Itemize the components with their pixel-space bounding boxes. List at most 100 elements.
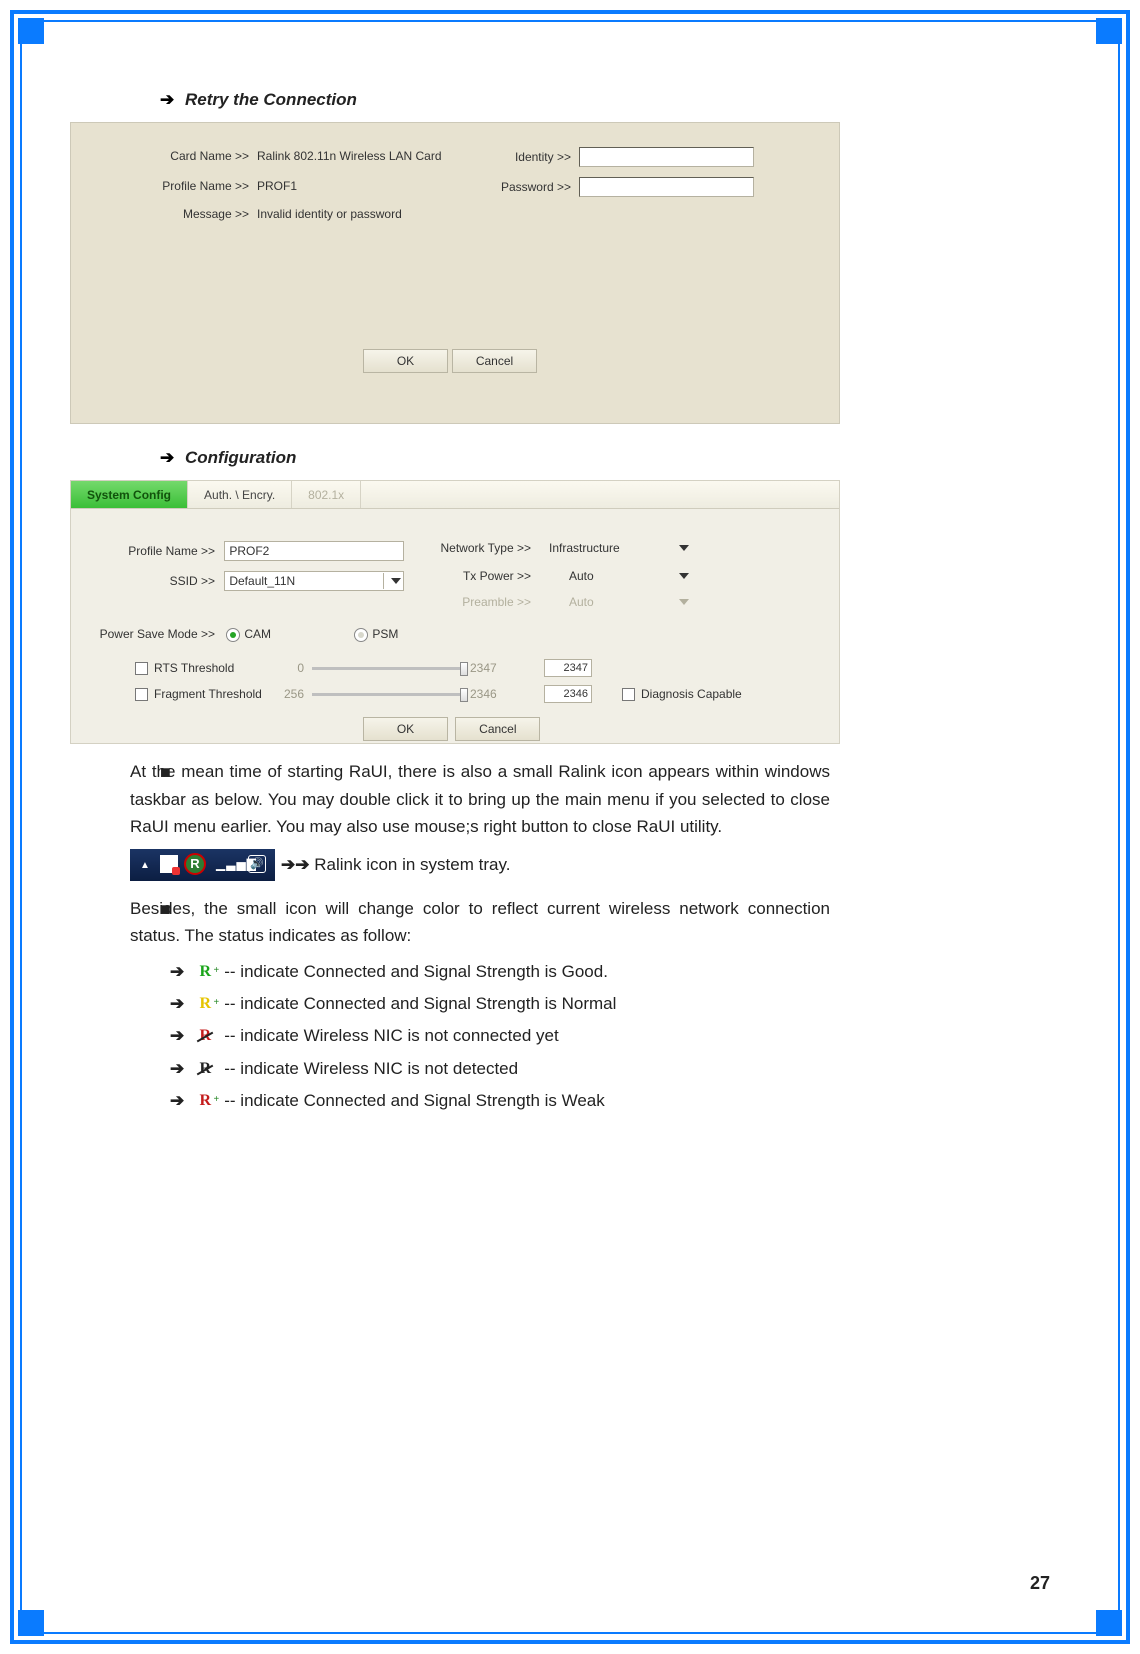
message-label: Message >> [159, 207, 249, 221]
square-bullet-icon: ■ [160, 895, 171, 924]
paragraph-1-text: At the mean time of starting RaUI, there… [130, 762, 830, 836]
chevron-down-icon [679, 545, 689, 551]
tab-auth-encry[interactable]: Auth. \ Encry. [188, 481, 292, 508]
arrow-icon: ➔ [170, 956, 184, 988]
diag-checkbox[interactable] [622, 688, 635, 701]
ralink-yellow-icon: R [194, 995, 216, 1013]
ralink-red-icon: R [194, 1092, 216, 1110]
radio-on-icon [226, 628, 240, 642]
credentials-panel: Card Name >> Ralink 802.11n Wireless LAN… [70, 122, 840, 424]
frag-max: 2346 [470, 687, 504, 701]
ralink-green-icon: R [194, 963, 216, 981]
profile-name-field[interactable]: PROF2 [224, 541, 404, 561]
ralink-black-slash-icon: R [194, 1060, 216, 1078]
diag-checkbox-group[interactable]: Diagnosis Capable [622, 687, 742, 701]
heading-retry-text: Retry the Connection [185, 90, 357, 109]
radio-off-icon [354, 628, 368, 642]
status-notdet: -- indicate Wireless NIC is not detected [224, 1053, 518, 1085]
network-type-value: Infrastructure [549, 541, 620, 555]
arrow-icon: ➔ [170, 1085, 184, 1117]
profile-name-label: Profile Name >> [115, 544, 215, 558]
identity-label: Identity >> [501, 150, 571, 164]
tx-power-value: Auto [569, 569, 594, 583]
arrow-icon: ➔ [160, 448, 174, 467]
preamble-label: Preamble >> [441, 595, 531, 609]
tab-system-config[interactable]: System Config [71, 481, 188, 508]
ssid-label: SSID >> [115, 574, 215, 588]
paragraph-2-text: Besides, the small icon will change colo… [130, 899, 830, 946]
heading-retry: ➔ Retry the Connection [160, 90, 1070, 110]
heading-config-text: Configuration [185, 448, 296, 467]
tx-power-label: Tx Power >> [441, 569, 531, 583]
power-save-mode-label: Power Save Mode >> [89, 627, 215, 641]
network-type-dropdown[interactable]: Infrastructure [549, 541, 689, 555]
status-good: -- indicate Connected and Signal Strengt… [224, 956, 608, 988]
cancel-button[interactable]: Cancel [455, 717, 540, 741]
ralink-red-slash-icon: R [194, 1027, 216, 1045]
network-type-label: Network Type >> [421, 541, 531, 555]
chevron-down-icon [679, 573, 689, 579]
rts-label: RTS Threshold [154, 661, 274, 675]
password-input[interactable] [579, 177, 754, 197]
rts-value[interactable]: 2347 [544, 659, 592, 677]
status-normal: -- indicate Connected and Signal Strengt… [224, 988, 616, 1020]
ssid-value: Default_11N [229, 574, 295, 588]
paragraph-2: ■ Besides, the small icon will change co… [130, 895, 830, 950]
rts-min: 0 [274, 661, 304, 675]
arrow-icon: ➔ [170, 1053, 184, 1085]
frag-label: Fragment Threshold [154, 687, 274, 701]
preamble-value: Auto [569, 595, 594, 609]
card-name-label: Card Name >> [141, 149, 249, 163]
ok-button[interactable]: OK [363, 349, 448, 373]
profile-name-value: PROF1 [257, 179, 297, 193]
config-panel: System Config Auth. \ Encry. 802.1x Prof… [70, 480, 840, 744]
tx-power-dropdown[interactable]: Auto [569, 569, 689, 583]
page-content: ➔ Retry the Connection Card Name >> Rali… [70, 40, 1070, 1614]
password-label: Password >> [491, 180, 571, 194]
arrow-icon: ➔ [160, 90, 174, 109]
cam-radio[interactable]: CAM [226, 627, 271, 641]
heading-config: ➔ Configuration [160, 448, 1070, 468]
psm-radio[interactable]: PSM [354, 627, 398, 641]
system-tray-image: ▲ R ▁▃▅▇ 🔊 [130, 849, 275, 881]
arrow-icon: ➔➔ [281, 855, 310, 874]
frag-value[interactable]: 2346 [544, 685, 592, 703]
corner-br [1096, 1610, 1122, 1636]
message-value: Invalid identity or password [257, 207, 402, 221]
arrow-icon: ➔ [170, 1020, 184, 1052]
rts-checkbox[interactable] [135, 662, 148, 675]
status-list: ➔ R -- indicate Connected and Signal Stre… [170, 956, 1070, 1117]
corner-bl [18, 1610, 44, 1636]
card-name-value: Ralink 802.11n Wireless LAN Card [257, 149, 442, 163]
cancel-button[interactable]: Cancel [452, 349, 537, 373]
ok-button[interactable]: OK [363, 717, 448, 741]
tray-ralink-icon: R [184, 853, 206, 875]
page-number: 27 [1030, 1573, 1050, 1594]
identity-input[interactable] [579, 147, 754, 167]
corner-tr [1096, 18, 1122, 44]
paragraph-1: ■ At the mean time of starting RaUI, the… [130, 758, 830, 841]
tray-speaker-icon: 🔊 [248, 855, 266, 873]
arrow-icon: ➔ [170, 988, 184, 1020]
corner-tl [18, 18, 44, 44]
systray-caption: Ralink icon in system tray. [314, 855, 510, 874]
square-bullet-icon: ■ [160, 758, 171, 787]
status-weak: -- indicate Connected and Signal Strengt… [224, 1085, 605, 1117]
profile-name-label: Profile Name >> [131, 179, 249, 193]
frag-slider[interactable] [312, 693, 462, 696]
ssid-field[interactable]: Default_11N [224, 571, 404, 591]
rts-max: 2347 [470, 661, 504, 675]
frag-checkbox[interactable] [135, 688, 148, 701]
chevron-down-icon [391, 578, 401, 584]
slider-thumb-icon [460, 662, 468, 676]
tray-arrow-icon: ▲ [140, 860, 150, 871]
chevron-down-icon [679, 599, 689, 605]
tab-8021x: 802.1x [292, 481, 361, 508]
rts-slider[interactable] [312, 667, 462, 670]
slider-thumb-icon [460, 688, 468, 702]
tabs: System Config Auth. \ Encry. 802.1x [71, 481, 839, 509]
status-notconn: -- indicate Wireless NIC is not connecte… [224, 1020, 558, 1052]
frag-min: 256 [274, 687, 304, 701]
preamble-dropdown: Auto [569, 595, 689, 609]
tray-network-icon [160, 855, 178, 873]
